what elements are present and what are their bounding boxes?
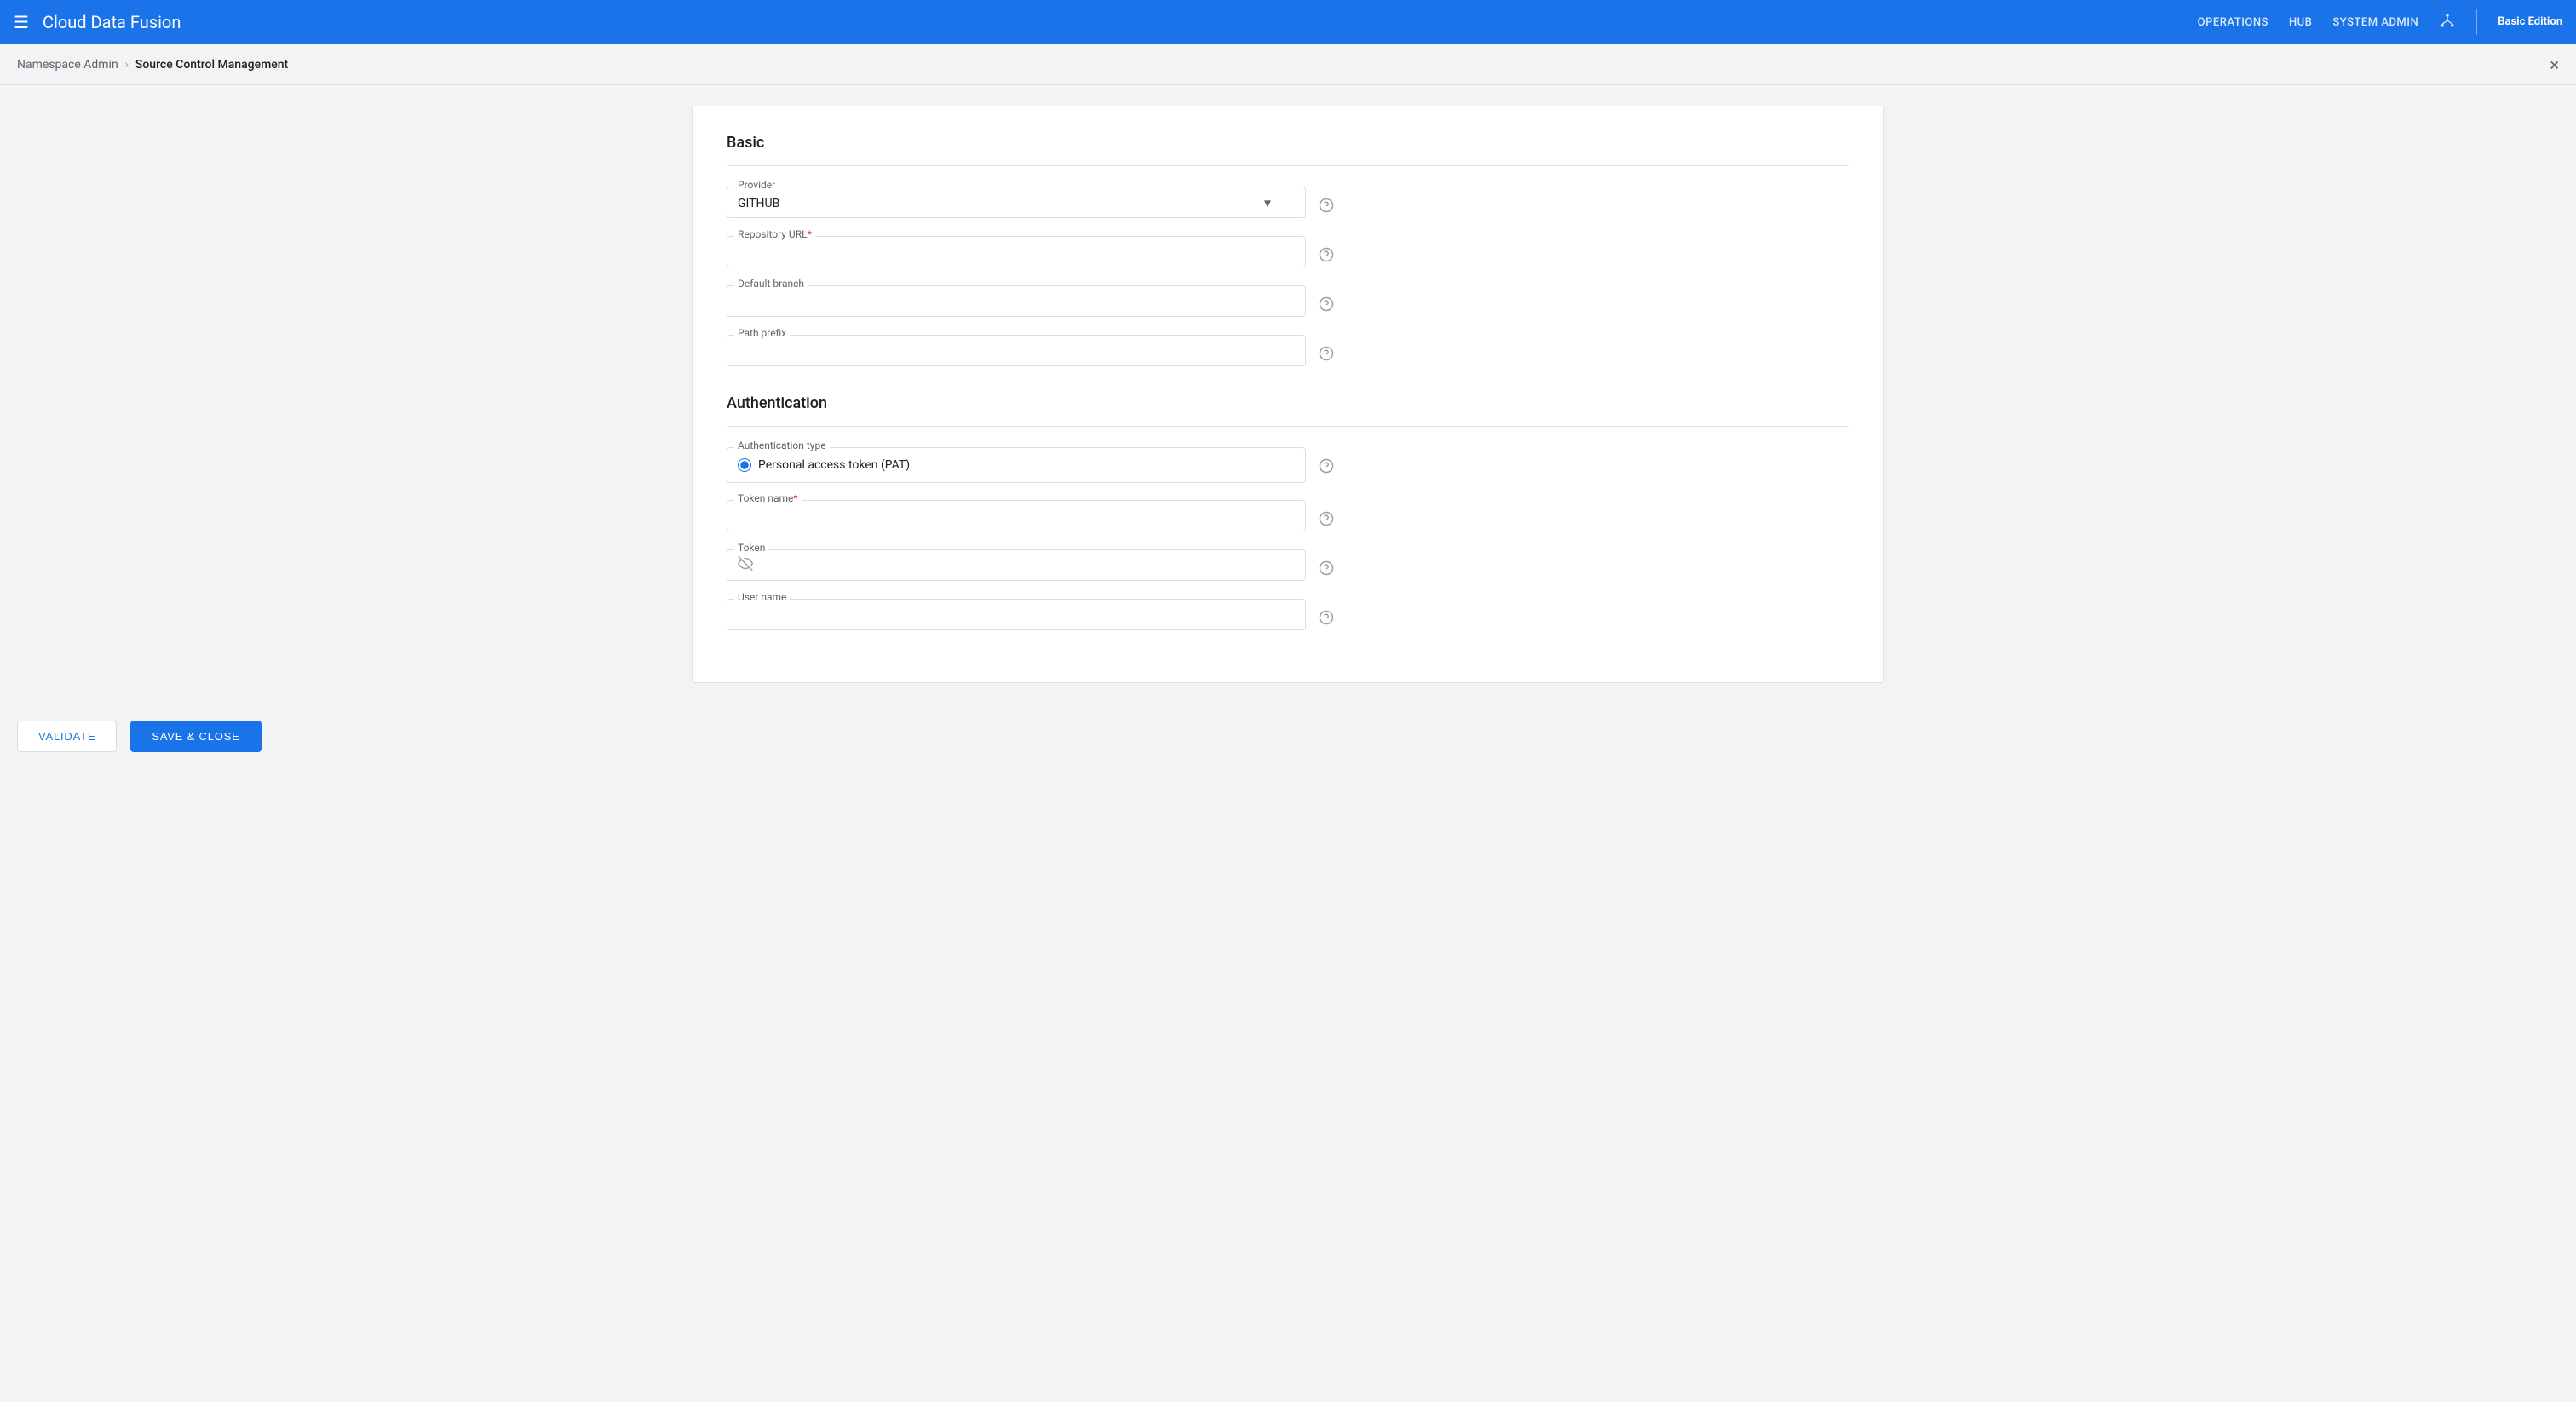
path-prefix-field-wrapper: Path prefix <box>727 335 1306 366</box>
pat-radio-label[interactable]: Personal access token (PAT) <box>738 458 1271 472</box>
repo-url-row: Repository URL* <box>727 236 1340 268</box>
username-field-group: User name <box>727 599 1306 630</box>
validate-button[interactable]: VALIDATE <box>17 721 117 752</box>
breadcrumb: Namespace Admin › Source Control Managem… <box>17 58 288 72</box>
pat-radio-input[interactable] <box>738 458 751 472</box>
pat-radio-text: Personal access token (PAT) <box>758 458 910 472</box>
breadcrumb-current: Source Control Management <box>135 58 288 72</box>
button-row: VALIDATE SAVE & CLOSE <box>17 704 2559 752</box>
basic-divider <box>727 165 1849 166</box>
breadcrumb-bar: Namespace Admin › Source Control Managem… <box>0 44 2576 85</box>
breadcrumb-separator: › <box>125 58 129 72</box>
token-help-icon[interactable] <box>1313 554 1340 582</box>
nav-right: OPERATIONS HUB SYSTEM ADMIN Basic Editio… <box>2198 9 2562 35</box>
provider-label: Provider <box>734 180 779 190</box>
repo-url-field-group: Repository URL* <box>727 236 1306 267</box>
provider-help-icon[interactable] <box>1313 192 1340 219</box>
edition-badge: Basic Edition <box>2498 15 2562 29</box>
path-prefix-field-group: Path prefix <box>727 335 1306 366</box>
username-row: User name <box>727 599 1340 631</box>
username-label: User name <box>734 592 790 602</box>
provider-field-group: Provider GITHUB GITLAB BITBUCKET ▾ <box>727 187 1306 218</box>
auth-type-help-icon[interactable] <box>1313 452 1340 480</box>
menu-icon[interactable]: ☰ <box>14 12 29 32</box>
token-field-wrapper: Token <box>727 549 1306 581</box>
provider-select[interactable]: GITHUB GITLAB BITBUCKET <box>738 197 1271 210</box>
repo-url-input[interactable] <box>738 246 1271 260</box>
token-field-group: Token <box>727 549 1306 581</box>
nav-divider <box>2476 9 2477 35</box>
token-name-help-icon[interactable] <box>1313 505 1340 532</box>
default-branch-label: Default branch <box>734 279 808 289</box>
main-card: Basic Provider GITHUB GITLAB BITBUCKET ▾ <box>692 106 1884 683</box>
token-row: Token <box>727 549 1340 582</box>
path-prefix-input[interactable] <box>738 345 1271 359</box>
token-name-field-wrapper: Token name* <box>727 500 1306 531</box>
auth-divider <box>727 426 1849 427</box>
page-content: Basic Provider GITHUB GITLAB BITBUCKET ▾ <box>0 85 2576 704</box>
default-branch-input[interactable] <box>738 296 1271 309</box>
token-input[interactable] <box>738 560 1271 573</box>
path-prefix-row: Path prefix <box>727 335 1340 367</box>
basic-section-title: Basic <box>727 134 1849 152</box>
username-input[interactable] <box>738 609 1271 623</box>
token-name-row: Token name* <box>727 500 1340 532</box>
auth-section-title: Authentication <box>727 394 1849 412</box>
provider-row: Provider GITHUB GITLAB BITBUCKET ▾ <box>727 187 1340 219</box>
default-branch-field-wrapper: Default branch <box>727 285 1306 317</box>
save-close-button[interactable]: SAVE & CLOSE <box>130 721 261 752</box>
default-branch-field-group: Default branch <box>727 285 1306 317</box>
auth-type-field-group: Authentication type Personal access toke… <box>727 447 1306 483</box>
token-name-input[interactable] <box>738 510 1271 524</box>
provider-field-wrapper: Provider GITHUB GITLAB BITBUCKET ▾ <box>727 187 1306 218</box>
token-name-field-group: Token name* <box>727 500 1306 531</box>
path-prefix-label: Path prefix <box>734 328 790 338</box>
system-admin-link[interactable]: SYSTEM ADMIN <box>2332 16 2418 29</box>
hub-link[interactable]: HUB <box>2289 16 2312 29</box>
close-icon[interactable]: × <box>2550 56 2559 73</box>
repo-url-label: Repository URL* <box>734 229 815 239</box>
repo-url-field-wrapper: Repository URL* <box>727 236 1306 267</box>
auth-type-field-wrapper: Authentication type Personal access toke… <box>727 447 1306 483</box>
path-prefix-help-icon[interactable] <box>1313 340 1340 367</box>
default-branch-row: Default branch <box>727 285 1340 318</box>
repo-url-help-icon[interactable] <box>1313 241 1340 268</box>
app-logo: Cloud Data Fusion <box>43 12 2198 32</box>
top-nav: ☰ Cloud Data Fusion OPERATIONS HUB SYSTE… <box>0 0 2576 44</box>
eye-slash-icon[interactable] <box>738 555 753 575</box>
breadcrumb-parent[interactable]: Namespace Admin <box>17 58 118 72</box>
token-name-label: Token name* <box>734 493 802 503</box>
settings-icon[interactable] <box>2439 12 2456 33</box>
username-help-icon[interactable] <box>1313 604 1340 631</box>
token-label: Token <box>734 543 768 553</box>
auth-section: Authentication Authentication type Perso… <box>727 394 1849 631</box>
auth-type-label: Authentication type <box>734 440 830 451</box>
username-field-wrapper: User name <box>727 599 1306 630</box>
default-branch-help-icon[interactable] <box>1313 290 1340 318</box>
operations-link[interactable]: OPERATIONS <box>2198 16 2268 29</box>
auth-type-row: Authentication type Personal access toke… <box>727 447 1340 483</box>
